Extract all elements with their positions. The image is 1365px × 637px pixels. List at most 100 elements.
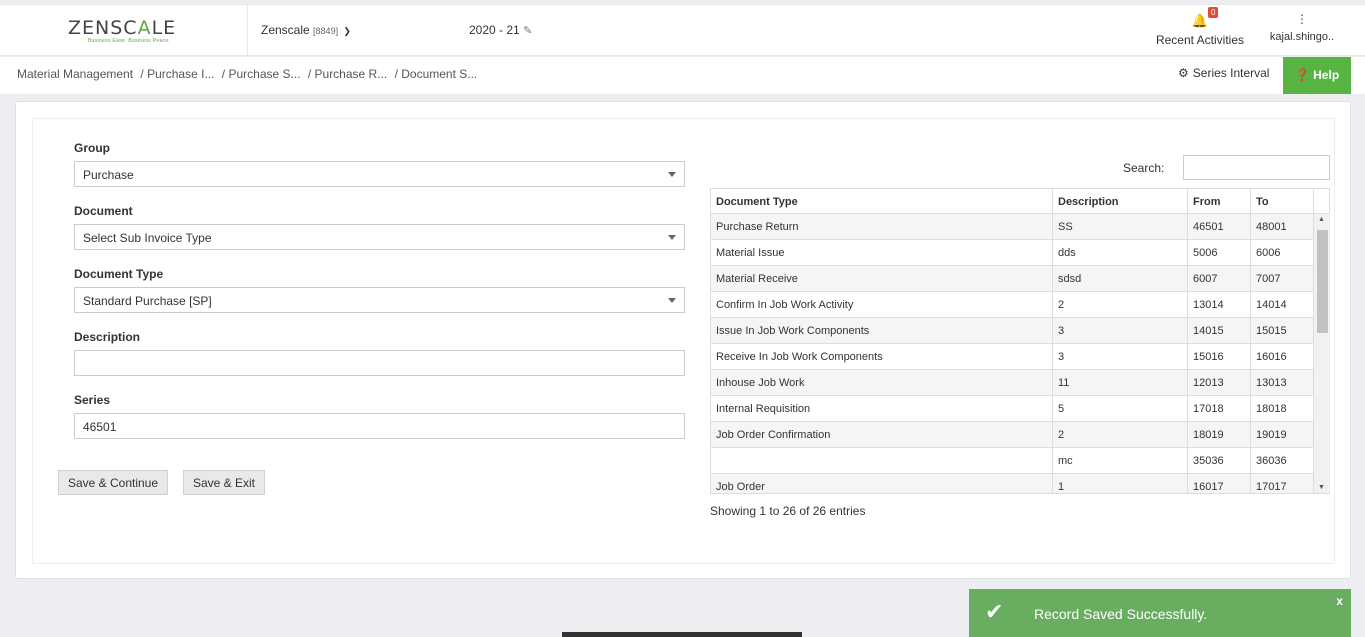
table-cell: Confirm In Job Work Activity — [711, 292, 1053, 317]
table-cell: 17017 — [1251, 474, 1314, 493]
series-value: 46501 — [83, 420, 117, 434]
table-cell: Receive In Job Work Components — [711, 344, 1053, 369]
user-menu[interactable]: ⋮ kajal.shingo.. — [1266, 13, 1338, 43]
series-interval-label: Series Interval — [1192, 66, 1270, 80]
column-header[interactable]: Description — [1053, 189, 1188, 213]
table-cell: Inhouse Job Work — [711, 370, 1053, 395]
table-cell: 6007 — [1188, 266, 1251, 291]
table-cell: Job Order — [711, 474, 1053, 493]
edit-icon[interactable]: ✎ — [523, 25, 532, 37]
chevron-down-icon: ❯ — [343, 26, 351, 36]
scroll-up-icon[interactable]: ▲ — [1318, 216, 1325, 223]
description-label: Description — [74, 330, 141, 344]
breadcrumb: Material Management / Purchase I... / Pu… — [17, 67, 481, 81]
breadcrumb-item[interactable]: Material Management — [17, 67, 133, 81]
logo-tagline: Business Ease. Business Peace. — [88, 38, 171, 44]
main-card: Group Purchase Document Select Sub Invoi… — [15, 101, 1351, 579]
table-cell: 6006 — [1251, 240, 1314, 265]
table-cell: 16017 — [1188, 474, 1251, 493]
table-cell: mc — [1053, 448, 1188, 473]
table-cell: 36036 — [1251, 448, 1314, 473]
table-cell: 5 — [1053, 396, 1188, 421]
table-cell: 11 — [1053, 370, 1188, 395]
table-row[interactable]: Purchase Return SS 46501 48001 — [711, 214, 1330, 240]
series-input[interactable]: 46501 — [74, 413, 685, 439]
table-row[interactable]: Job Order Confirmation 2 18019 19019 — [711, 422, 1330, 448]
success-toast: ✔ Record Saved Successfully. x — [969, 589, 1351, 637]
breadcrumb-item[interactable]: / Purchase S... — [222, 67, 301, 81]
document-type-value: Standard Purchase [SP] — [83, 294, 212, 308]
table-row[interactable]: Receive In Job Work Components 3 15016 1601… — [711, 344, 1330, 370]
breadcrumb-item: / Document S... — [394, 67, 478, 81]
table-cell: Material Receive — [711, 266, 1053, 291]
column-header[interactable]: From — [1188, 189, 1251, 213]
breadcrumb-item[interactable]: / Purchase R... — [308, 67, 387, 81]
user-name: kajal.shingo.. — [1269, 31, 1335, 43]
more-vertical-icon: ⋮ — [1296, 12, 1308, 26]
company-selector[interactable]: Zenscale [8849] ❯ — [261, 23, 351, 37]
document-type-select[interactable]: Standard Purchase [SP] — [74, 287, 685, 313]
company-name: Zenscale — [261, 23, 310, 37]
table-rows: Purchase Return SS 46501 48001 Material Issu… — [711, 214, 1330, 493]
table-row[interactable]: Internal Requisition 5 17018 18018 — [711, 396, 1330, 422]
table-row[interactable]: Confirm In Job Work Activity 2 13014 14014 — [711, 292, 1330, 318]
table-cell: 15016 — [1188, 344, 1251, 369]
document-label: Document — [74, 204, 133, 218]
bell-icon: 🔔 — [1191, 13, 1209, 28]
table-cell: 35036 — [1188, 448, 1251, 473]
group-label: Group — [74, 141, 110, 155]
logo-text: ZENSCALE — [68, 17, 177, 39]
table-cell: 15015 — [1251, 318, 1314, 343]
table-row[interactable]: Material Receive sdsd 6007 7007 — [711, 266, 1330, 292]
column-header[interactable]: To — [1251, 189, 1314, 213]
table-info: Showing 1 to 26 of 26 entries — [710, 504, 866, 518]
table-scrollbar[interactable]: ▲ ▼ — [1313, 214, 1330, 493]
scroll-down-icon[interactable]: ▼ — [1318, 484, 1325, 491]
document-select[interactable]: Select Sub Invoice Type — [74, 224, 685, 250]
fiscal-year: 2020 - 21 — [469, 23, 520, 37]
top-navbar: ZENSCALE Business Ease. Business Peace. … — [0, 4, 1365, 56]
fiscal-year-selector[interactable]: 2020 - 21 ✎ — [469, 23, 532, 37]
recent-activities-label: Recent Activities — [1155, 33, 1245, 47]
save-continue-button[interactable]: Save & Continue — [58, 470, 168, 495]
table-cell: 5006 — [1188, 240, 1251, 265]
scroll-thumb[interactable] — [1317, 230, 1328, 333]
table-row[interactable]: Material Issue dds 5006 6006 — [711, 240, 1330, 266]
table-cell: SS — [1053, 214, 1188, 239]
table-header: Document Type Description From To — [710, 188, 1330, 214]
table-cell: dds — [1053, 240, 1188, 265]
caret-down-icon — [668, 298, 676, 303]
save-exit-button[interactable]: Save & Exit — [183, 470, 265, 495]
table-cell: 12013 — [1188, 370, 1251, 395]
question-icon: ❓ — [1294, 68, 1310, 82]
bottom-bar — [562, 632, 802, 637]
table-cell: 13014 — [1188, 292, 1251, 317]
table-row[interactable]: Issue In Job Work Components 3 14015 15015 — [711, 318, 1330, 344]
recent-activities[interactable]: 🔔 0 Recent Activities — [1150, 7, 1250, 47]
caret-down-icon — [668, 235, 676, 240]
table-cell: 46501 — [1188, 214, 1251, 239]
help-button[interactable]: ❓ Help — [1283, 57, 1351, 94]
table-body: Purchase Return SS 46501 48001 Material Issu… — [710, 214, 1330, 494]
table-cell — [711, 448, 1053, 473]
table-cell: Issue In Job Work Components — [711, 318, 1053, 343]
table-row[interactable]: mc 35036 36036 — [711, 448, 1330, 474]
toast-close-button[interactable]: x — [1336, 594, 1343, 608]
table-row[interactable]: Job Order 1 16017 17017 — [711, 474, 1330, 493]
logo[interactable]: ZENSCALE Business Ease. Business Peace. — [0, 5, 248, 56]
table-cell: 2 — [1053, 292, 1188, 317]
table-cell: 18019 — [1188, 422, 1251, 447]
table-row[interactable]: Inhouse Job Work 11 12013 13013 — [711, 370, 1330, 396]
series-table: Document Type Description From To Purcha… — [710, 188, 1330, 494]
table-cell: 13013 — [1251, 370, 1314, 395]
breadcrumb-item[interactable]: / Purchase I... — [140, 67, 214, 81]
table-cell: 2 — [1053, 422, 1188, 447]
help-label: Help — [1313, 68, 1340, 82]
group-select[interactable]: Purchase — [74, 161, 685, 187]
series-interval-link[interactable]: ⚙ Series Interval — [1178, 66, 1269, 80]
search-input[interactable] — [1183, 155, 1330, 180]
toast-message: Record Saved Successfully. — [1034, 606, 1208, 622]
table-cell: Material Issue — [711, 240, 1053, 265]
description-input[interactable] — [74, 350, 685, 376]
column-header[interactable]: Document Type — [711, 189, 1053, 213]
